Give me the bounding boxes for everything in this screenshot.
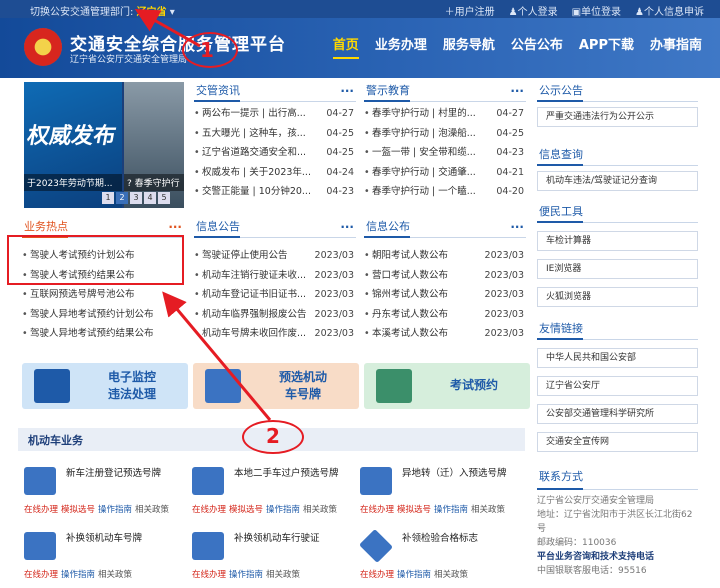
annotation-arrows [134, 9, 272, 421]
arrow-to-hotspot [162, 291, 272, 421]
arrow-to-province [134, 9, 201, 48]
